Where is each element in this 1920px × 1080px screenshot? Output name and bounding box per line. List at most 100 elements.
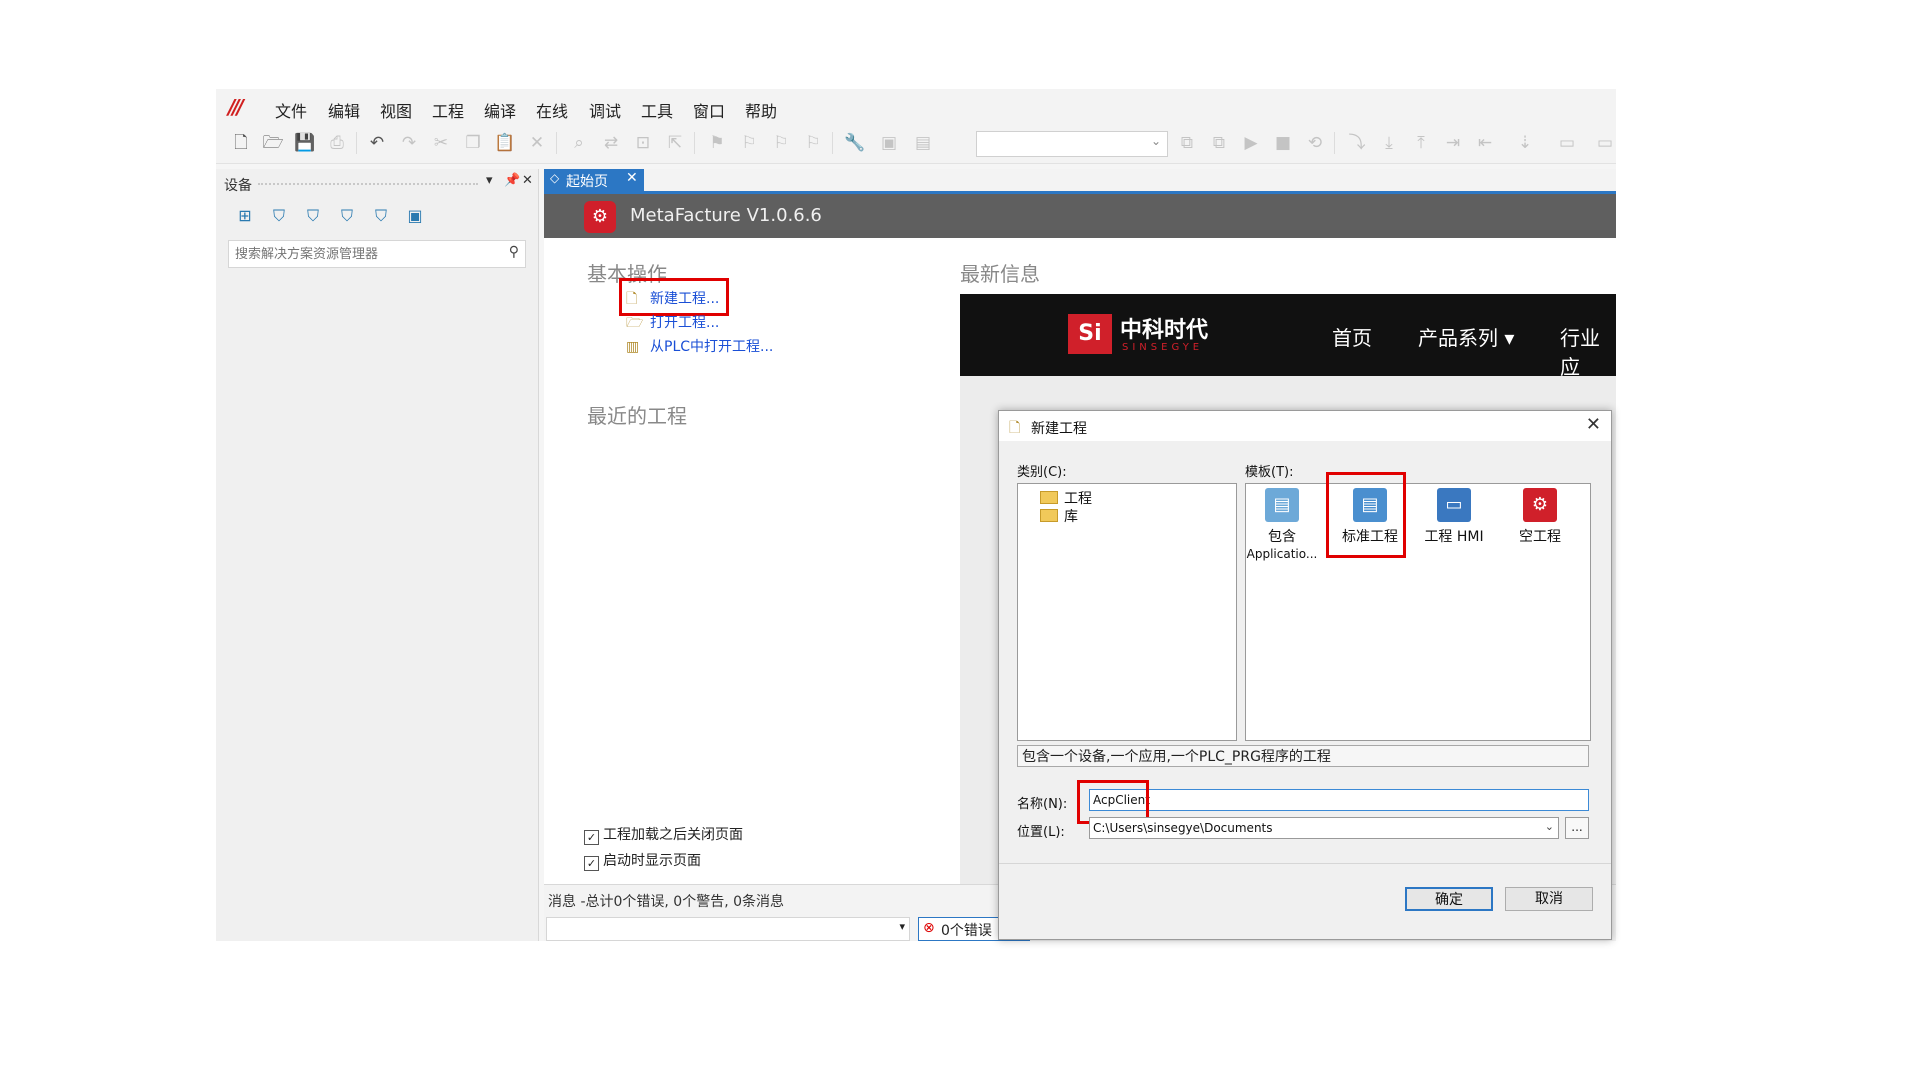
menu-build[interactable]: 编译 — [484, 98, 516, 122]
search-input[interactable] — [229, 241, 491, 267]
category-item-library[interactable]: 库 — [1040, 506, 1078, 526]
bookmark-clear-icon[interactable]: ⚐ — [802, 132, 824, 154]
checkbox-label: 启动时显示页面 — [603, 853, 701, 869]
menu-debug[interactable]: 调试 — [589, 98, 621, 122]
new-project-label: 新建工程... — [650, 291, 720, 307]
template-empty-project[interactable]: ⚙ 空工程 — [1504, 488, 1576, 546]
search-icon[interactable]: ⚲ — [509, 244, 519, 260]
menu-file[interactable]: 文件 — [275, 98, 307, 122]
open-project-link[interactable]: 🗁 打开工程... — [626, 312, 719, 336]
paste-icon[interactable]: 📋 — [494, 132, 516, 154]
cancel-button[interactable]: 取消 — [1505, 887, 1593, 911]
add-device-icon[interactable]: ⊞ — [234, 205, 256, 227]
menu-project[interactable]: 工程 — [432, 98, 464, 122]
redo-icon[interactable]: ↷ — [398, 132, 420, 154]
step-over-icon[interactable]: ⤵ — [1346, 132, 1368, 154]
filter-icon[interactable]: ⛉ — [336, 205, 358, 227]
template-with-application[interactable]: ▤ 包含 Applicatio... — [1246, 488, 1318, 562]
location-input[interactable] — [1090, 818, 1556, 838]
recent-projects-heading: 最近的工程 — [587, 404, 687, 428]
step-out-icon[interactable]: ⤒ — [1410, 132, 1432, 154]
bookmark-toggle-icon[interactable]: ⚑ — [706, 132, 728, 154]
undo-icon[interactable]: ↶ — [366, 132, 388, 154]
layout-icon[interactable]: ▭ — [1556, 132, 1578, 154]
category-item-project[interactable]: 工程 — [1040, 488, 1092, 508]
breakpoint-icon[interactable]: ⇤ — [1474, 132, 1496, 154]
dialog-divider — [999, 863, 1611, 864]
website-nav-home[interactable]: 首页 — [1332, 322, 1372, 351]
find-icon[interactable]: ⌕ — [568, 132, 590, 154]
template-hmi-project[interactable]: ▭ 工程 HMI — [1418, 488, 1490, 546]
copy-icon[interactable]: ❐ — [462, 132, 484, 154]
category-list[interactable]: 工程 库 — [1017, 483, 1237, 741]
news-heading: 最新信息 — [960, 262, 1040, 286]
menu-online[interactable]: 在线 — [536, 98, 568, 122]
step-into-icon[interactable]: ⤓ — [1378, 132, 1400, 154]
filter-icon[interactable]: ⛉ — [302, 205, 324, 227]
chevron-down-icon[interactable]: ⌄ — [1545, 820, 1554, 833]
empty-project-icon: ⚙ — [1523, 488, 1557, 522]
stop-icon[interactable]: ■ — [1272, 132, 1294, 154]
monitor-icon[interactable]: ▤ — [912, 132, 934, 154]
run-to-cursor-icon[interactable]: ⇥ — [1442, 132, 1464, 154]
cut-icon[interactable]: ✂ — [430, 132, 452, 154]
toolbar-separator — [694, 132, 695, 154]
checkbox-checked-icon: ✓ — [584, 830, 599, 845]
close-icon[interactable]: ✕ — [522, 173, 533, 188]
template-icon: ▤ — [1265, 488, 1299, 522]
close-after-load-checkbox[interactable]: ✓ 工程加载之后关闭页面 — [584, 824, 743, 845]
project-name-input[interactable] — [1090, 790, 1556, 810]
goto-icon[interactable]: ⇱ — [664, 132, 686, 154]
browse-button[interactable]: ... — [1565, 817, 1589, 839]
highlight-box — [1326, 472, 1406, 558]
bookmark-prev-icon[interactable]: ⚐ — [738, 132, 760, 154]
wrench-icon[interactable]: 🔧 — [844, 132, 866, 154]
replace-icon[interactable]: ⇄ — [600, 132, 622, 154]
tab-start-page[interactable]: ◇ 起始页 ✕ — [544, 169, 644, 191]
toolbar-dropdown[interactable]: ⌄ — [976, 131, 1168, 157]
solution-search[interactable]: ⚲ — [228, 240, 526, 268]
sinsegye-logo-icon: Si — [1068, 314, 1112, 354]
bookmark-next-icon[interactable]: ⚐ — [770, 132, 792, 154]
message-source-dropdown[interactable]: ▾ — [546, 917, 910, 941]
new-project-link[interactable]: 🗋 新建工程... — [626, 288, 719, 312]
screen-icon[interactable]: ▣ — [878, 132, 900, 154]
website-nav-products[interactable]: 产品系列 ▾ — [1418, 322, 1514, 351]
menu-view[interactable]: 视图 — [380, 98, 412, 122]
panel-dropdown-icon[interactable]: ▾ — [486, 173, 493, 188]
location-field[interactable]: ⌄ — [1089, 817, 1559, 839]
ok-button[interactable]: 确定 — [1405, 887, 1493, 911]
location-label: 位置(L): — [1017, 825, 1065, 840]
template-list[interactable]: ▤ 包含 Applicatio... ▤ 标准工程 ▭ 工程 HMI ⚙ 空工程 — [1245, 472, 1591, 741]
close-tab-icon[interactable]: ✕ — [626, 170, 638, 186]
menu-window[interactable]: 窗口 — [693, 98, 725, 122]
filter-icon[interactable]: ⛉ — [370, 205, 392, 227]
open-from-plc-link[interactable]: ▥ 从PLC中打开工程... — [626, 336, 773, 356]
delete-icon[interactable]: ✕ — [526, 132, 548, 154]
website-nav-industry[interactable]: 行业应 — [1560, 322, 1616, 380]
new-file-icon[interactable]: 🗋 — [230, 132, 252, 154]
open-folder-icon[interactable]: 🗁 — [262, 132, 284, 154]
save-icon[interactable]: 💾 — [294, 132, 316, 154]
run-icon[interactable]: ▶ — [1240, 132, 1262, 154]
reset-icon[interactable]: ⟲ — [1304, 132, 1326, 154]
settings-icon[interactable]: ▣ — [404, 205, 426, 227]
app-logo: /// — [228, 95, 244, 119]
project-name-field[interactable] — [1089, 789, 1589, 811]
template-description: 包含一个设备,一个应用,一个PLC_PRG程序的工程 — [1017, 745, 1589, 767]
show-on-startup-checkbox[interactable]: ✓ 启动时显示页面 — [584, 850, 701, 871]
pin-icon[interactable]: 📌 — [504, 173, 520, 188]
bookmark-icon[interactable]: ⊡ — [632, 132, 654, 154]
toolbar-separator — [356, 132, 357, 154]
menu-help[interactable]: 帮助 — [745, 98, 777, 122]
login-icon[interactable]: ⧉ — [1176, 132, 1198, 154]
filter-icon[interactable]: ⛉ — [268, 205, 290, 227]
menu-edit[interactable]: 编辑 — [328, 98, 360, 122]
print-icon[interactable]: ⎙ — [326, 132, 348, 154]
menu-bar: /// 文件 编辑 视图 工程 编译 在线 调试 工具 窗口 帮助 — [216, 89, 1616, 123]
menu-tools[interactable]: 工具 — [641, 98, 673, 122]
close-icon[interactable]: ✕ — [1586, 414, 1601, 435]
logout-icon[interactable]: ⧉ — [1208, 132, 1230, 154]
force-icon[interactable]: ⇣ — [1514, 132, 1536, 154]
more-icon[interactable]: ▭ — [1594, 132, 1616, 154]
